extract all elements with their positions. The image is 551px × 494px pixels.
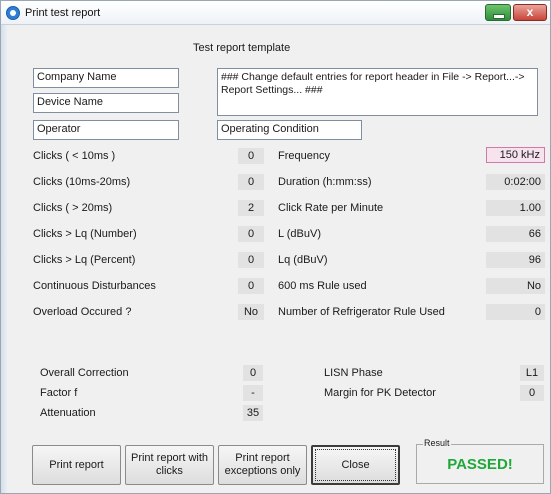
click-rate-label: Click Rate per Minute <box>278 202 384 214</box>
attenuation-value: 35 <box>243 405 263 421</box>
clicks-gt-lq-number-value: 0 <box>238 226 264 242</box>
lq-dbuv-label: Lq (dBuV) <box>278 254 328 266</box>
refrigerator-rule-value: 0 <box>486 304 545 320</box>
frequency-value[interactable]: 150 kHz <box>486 147 545 163</box>
app-icon <box>6 6 20 20</box>
report-header-note[interactable]: ### Change default entries for report he… <box>217 68 538 116</box>
lq-dbuv-value: 96 <box>486 252 545 268</box>
print-report-with-clicks-button[interactable]: Print report with clicks <box>125 445 214 485</box>
attenuation-label: Attenuation <box>40 407 96 419</box>
overall-correction-value: 0 <box>243 365 263 381</box>
overload-value: No <box>238 304 264 320</box>
device-name-field[interactable]: Device Name <box>33 93 179 113</box>
clicks-10-20ms-value: 0 <box>238 174 264 190</box>
factor-f-value: - <box>243 385 263 401</box>
clicks-lt-10ms-label: Clicks ( < 10ms ) <box>33 150 116 162</box>
refrigerator-rule-label: Number of Refrigerator Rule Used <box>278 306 445 318</box>
print-report-button[interactable]: Print report <box>32 445 121 485</box>
title-bar: Print test report x <box>1 1 550 25</box>
clicks-gt-20ms-value: 2 <box>238 200 264 216</box>
clicks-gt-lq-percent-value: 0 <box>238 252 264 268</box>
frequency-label: Frequency <box>278 150 330 162</box>
rule-600ms-value: No <box>486 278 545 294</box>
template-heading: Test report template <box>193 42 291 54</box>
window-close-button[interactable]: x <box>513 4 547 21</box>
overload-label: Overload Occured ? <box>33 306 132 318</box>
click-rate-value: 1.00 <box>486 200 545 216</box>
overall-correction-label: Overall Correction <box>40 367 129 379</box>
operating-condition-field[interactable]: Operating Condition <box>217 120 362 140</box>
duration-label: Duration (h:mm:ss) <box>278 176 372 188</box>
factor-f-label: Factor f <box>40 387 78 399</box>
margin-pk-value: 0 <box>520 385 544 401</box>
dialog-body: Test report template Company Name Device… <box>8 26 545 488</box>
minimize-button[interactable] <box>485 4 511 21</box>
print-report-exceptions-button[interactable]: Print report exceptions only <box>218 445 307 485</box>
window-title: Print test report <box>25 7 101 19</box>
result-group: Result PASSED! <box>416 438 544 484</box>
continuous-disturbances-value: 0 <box>238 278 264 294</box>
clicks-gt-lq-percent-label: Clicks > Lq (Percent) <box>33 254 136 266</box>
l-dbuv-label: L (dBuV) <box>278 228 322 240</box>
duration-value: 0:02:00 <box>486 174 545 190</box>
print-test-report-window: Print test report x Test report template… <box>0 0 551 494</box>
result-status: PASSED! <box>447 456 513 473</box>
operator-field[interactable]: Operator <box>33 120 179 140</box>
lisn-phase-label: LISN Phase <box>324 367 383 379</box>
lisn-phase-value: L1 <box>520 365 544 381</box>
clicks-10-20ms-label: Clicks (10ms-20ms) <box>33 176 131 188</box>
clicks-gt-20ms-label: Clicks ( > 20ms) <box>33 202 113 214</box>
result-legend: Result <box>423 438 451 448</box>
l-dbuv-value: 66 <box>486 226 545 242</box>
window-left-edge <box>1 25 8 493</box>
continuous-disturbances-label: Continuous Disturbances <box>33 280 156 292</box>
clicks-lt-10ms-value: 0 <box>238 148 264 164</box>
rule-600ms-label: 600 ms Rule used <box>278 280 367 292</box>
close-button[interactable]: Close <box>311 445 400 485</box>
clicks-gt-lq-number-label: Clicks > Lq (Number) <box>33 228 137 240</box>
margin-pk-label: Margin for PK Detector <box>324 387 436 399</box>
company-name-field[interactable]: Company Name <box>33 68 179 88</box>
